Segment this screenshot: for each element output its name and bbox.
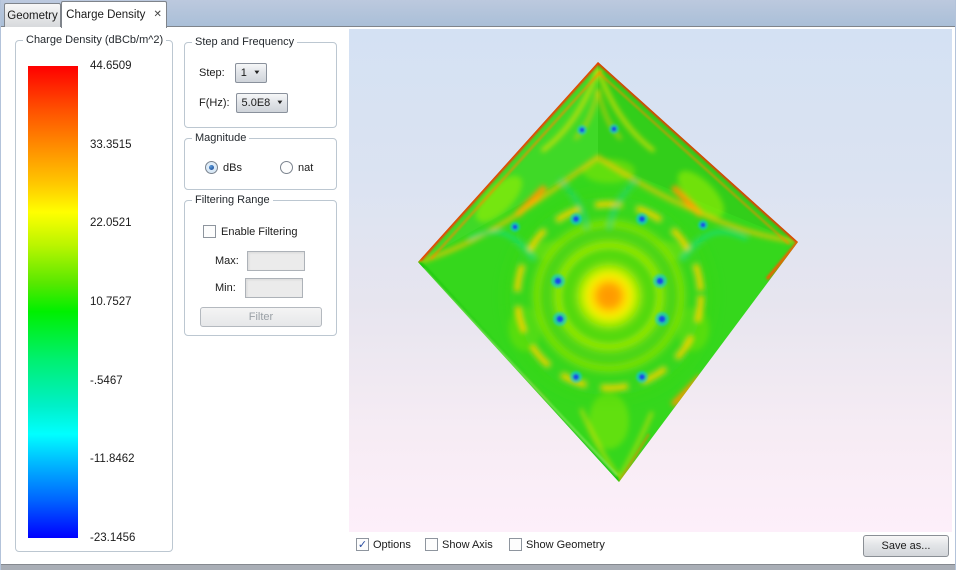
tab-bar: Geometry Charge Density ✕ — [1, 0, 955, 27]
colorbar-label: 22.0521 — [90, 215, 135, 231]
filtering-range-title: Filtering Range — [192, 194, 273, 206]
magnitude-title: Magnitude — [192, 132, 249, 144]
min-label: Min: — [215, 282, 236, 294]
enable-filtering-label: Enable Filtering — [221, 226, 297, 238]
chevron-down-icon: ▼ — [253, 70, 261, 76]
min-field[interactable] — [245, 278, 303, 298]
filter-button[interactable]: Filter — [200, 307, 322, 327]
frequency-label: F(Hz): — [199, 97, 230, 109]
colorbar-title: Charge Density (dBCb/m^2) — [23, 34, 166, 46]
colorbar-label: 10.7527 — [90, 294, 135, 310]
show-geometry-label: Show Geometry — [526, 539, 605, 551]
step-dropdown[interactable]: 1 ▼ — [235, 63, 267, 83]
radio-dbs-label: dBs — [223, 162, 242, 174]
options-checkbox[interactable]: ✓ — [356, 538, 369, 551]
charge-density-3d-render — [349, 29, 952, 532]
filtering-range-group: Filtering Range Enable Filtering Max: Mi… — [184, 200, 337, 336]
colorbar-label: -.5467 — [90, 373, 135, 389]
colorbar-label: -23.1456 — [90, 530, 135, 546]
step-label: Step: — [199, 67, 225, 79]
save-as-button[interactable]: Save as... — [863, 535, 949, 557]
colorbar-labels: 44.6509 33.3515 22.0521 10.7527 -.5467 -… — [90, 58, 135, 546]
frequency-dropdown[interactable]: 5.0E8 ▼ — [236, 93, 288, 113]
window-frame-bottom — [1, 564, 955, 570]
checkmark-icon: ✓ — [358, 538, 367, 551]
step-frequency-title: Step and Frequency — [192, 36, 297, 48]
radio-nat-label: nat — [298, 162, 313, 174]
colorbar-label: 44.6509 — [90, 58, 135, 74]
step-dropdown-value: 1 — [241, 67, 247, 79]
radio-nat[interactable] — [280, 161, 293, 174]
magnitude-group: Magnitude dBs nat — [184, 138, 337, 190]
show-axis-label: Show Axis — [442, 539, 493, 551]
chevron-down-icon: ▼ — [276, 100, 284, 106]
max-label: Max: — [215, 255, 239, 267]
show-geometry-option: Show Geometry — [509, 538, 605, 551]
colorbar-panel: Charge Density (dBCb/m^2) 44.6509 33.351… — [15, 40, 173, 552]
colorbar-label: 33.3515 — [90, 137, 135, 153]
max-field[interactable] — [247, 251, 305, 271]
colorbar-gradient — [28, 66, 78, 538]
tab-geometry-label: Geometry — [7, 10, 58, 22]
tab-charge-density[interactable]: Charge Density ✕ — [61, 1, 167, 28]
show-geometry-checkbox[interactable] — [509, 538, 522, 551]
options-option: ✓ Options — [356, 538, 411, 551]
step-frequency-group: Step and Frequency Step: 1 ▼ F(Hz): 5.0E… — [184, 42, 337, 128]
radio-dbs[interactable] — [205, 161, 218, 174]
show-axis-checkbox[interactable] — [425, 538, 438, 551]
frequency-dropdown-value: 5.0E8 — [242, 97, 271, 109]
tab-geometry[interactable]: Geometry — [4, 3, 61, 27]
enable-filtering-checkbox[interactable] — [203, 225, 216, 238]
close-icon[interactable]: ✕ — [153, 10, 161, 20]
tab-charge-density-label: Charge Density — [66, 9, 145, 21]
colorbar-label: -11.8462 — [90, 451, 135, 467]
options-label: Options — [373, 539, 411, 551]
application-window: Geometry Charge Density ✕ Charge Density… — [0, 0, 956, 570]
render-viewport[interactable] — [349, 29, 952, 532]
show-axis-option: Show Axis — [425, 538, 493, 551]
